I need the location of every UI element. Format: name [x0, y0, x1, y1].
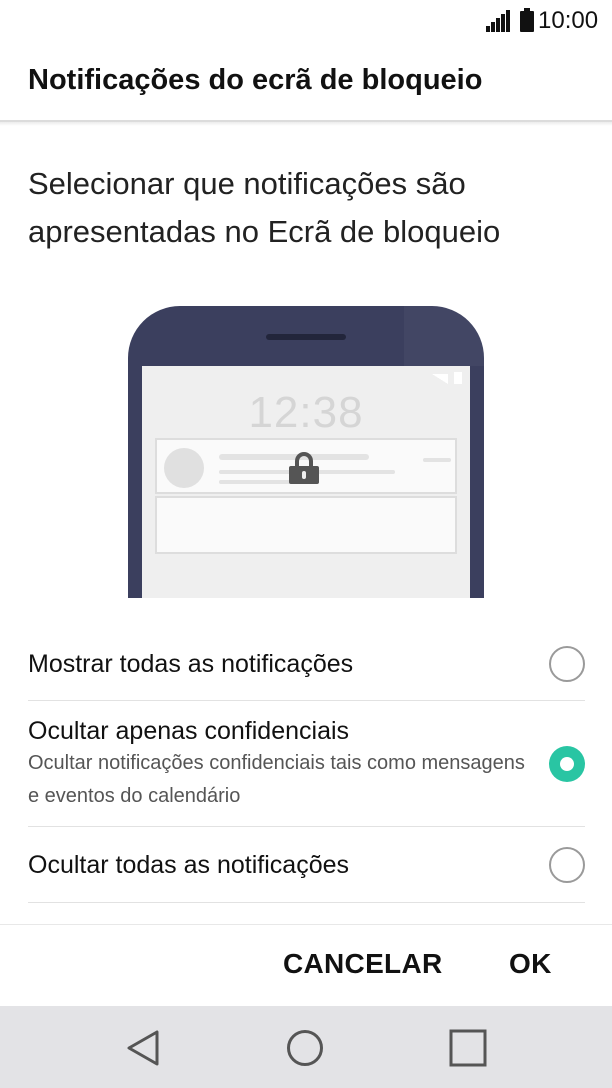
navigation-bar [0, 1006, 612, 1088]
lock-screen-time: 12:38 [248, 388, 364, 437]
recents-icon[interactable] [448, 1028, 488, 1068]
back-icon[interactable] [124, 1028, 164, 1068]
lock-icon [289, 452, 319, 484]
radio-hide-all[interactable] [549, 847, 585, 883]
battery-icon [520, 8, 534, 32]
phone-screen: 12:38 [142, 366, 470, 598]
page-title: Notificações do ecrã de bloqueio [28, 64, 483, 96]
avatar [164, 448, 204, 488]
lock-screen-illustration: 12:38 [128, 306, 484, 598]
radio-show-all[interactable] [549, 646, 585, 682]
radio-hide-sensitive[interactable] [549, 746, 585, 782]
option-label: Ocultar apenas confidenciais [28, 717, 350, 745]
option-hide-all[interactable]: Ocultar todas as notificações [0, 827, 612, 902]
phone-speaker [266, 334, 346, 340]
signal-icon [486, 10, 510, 32]
option-label: Mostrar todas as notificações [28, 650, 354, 678]
ok-button[interactable]: OK [509, 948, 552, 980]
home-icon[interactable] [285, 1028, 325, 1068]
option-sublabel: Ocultar notificações confidenciais tais … [28, 752, 525, 807]
option-hide-sensitive[interactable]: Ocultar apenas confidenciais Ocultar not… [0, 701, 612, 826]
notification-card [155, 496, 457, 554]
cancel-button[interactable]: CANCELAR [283, 948, 443, 980]
option-show-all[interactable]: Mostrar todas as notificações [0, 626, 612, 701]
mini-status-icons [432, 372, 462, 384]
description-text: Selecionar que notificações são apresent… [28, 166, 501, 249]
option-label: Ocultar todas as notificações [28, 851, 349, 879]
option-divider [28, 902, 585, 903]
notification-card [155, 438, 457, 494]
status-bar: 10:00 [0, 0, 612, 44]
status-clock: 10:00 [538, 7, 599, 34]
